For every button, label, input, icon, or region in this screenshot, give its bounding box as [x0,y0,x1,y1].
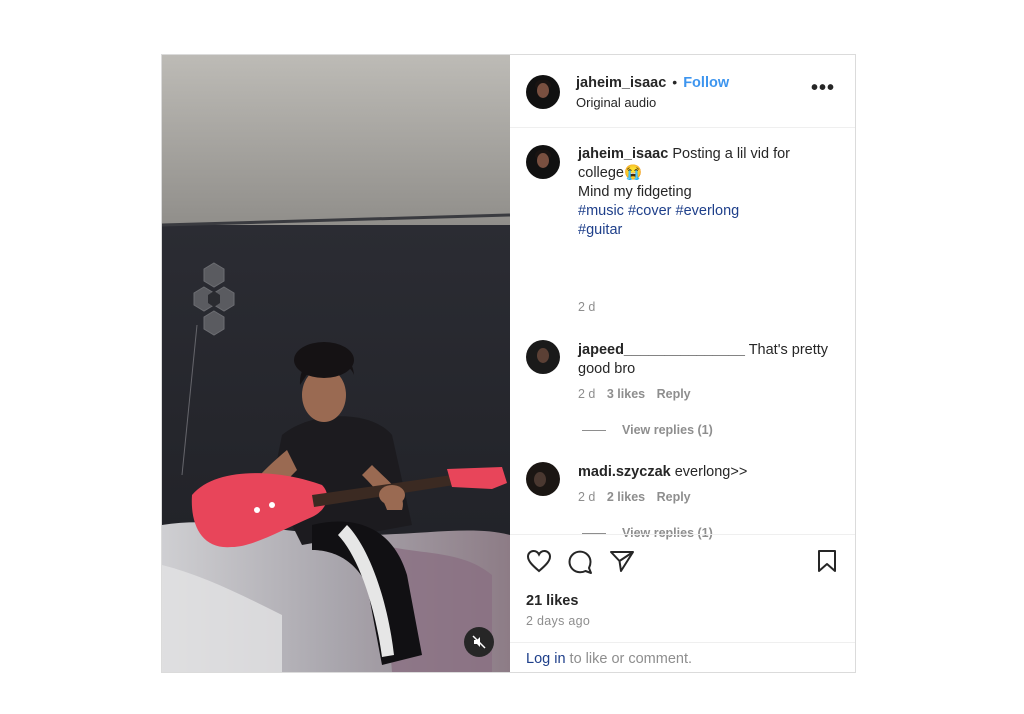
caption-text-3: Mind my fidgeting [578,184,692,200]
view-replies-label: View replies (1) [622,423,713,437]
save-button[interactable] [816,549,838,578]
divider-line [582,430,606,432]
comment-avatar[interactable] [526,462,560,496]
share-icon [610,551,634,572]
mute-icon [472,635,486,649]
comment-icon [568,550,592,574]
view-replies-button[interactable]: View replies (1) [582,423,713,437]
comment: japeed_______________ That's pretty good… [578,341,840,379]
video-player[interactable] [162,55,510,672]
likes-count[interactable]: 21 likes [526,593,578,609]
comment-username[interactable]: japeed_______________ [578,342,745,358]
reply-button[interactable]: Reply [657,490,691,504]
author-username[interactable]: jaheim_isaac [576,75,666,91]
video-frame [162,55,510,672]
hashtag-guitar[interactable]: #guitar [578,222,622,238]
caption-username[interactable]: jaheim_isaac [578,146,668,162]
post-header: jaheim_isaac • Follow Original audio ••• [510,55,855,128]
post-date: 2 days ago [526,614,591,628]
hashtag-everlong[interactable]: #everlong [676,203,740,219]
caption-text-2: college😭 [578,165,643,181]
audio-label[interactable]: Original audio [576,95,656,110]
heart-icon [526,549,552,573]
comment-button[interactable] [567,549,593,580]
hashtag-cover[interactable]: #cover [628,203,672,219]
author-avatar[interactable] [526,75,560,109]
comment-username[interactable]: madi.szyczak [578,464,671,480]
comment-meta: 2 d 2 likes Reply [578,490,691,504]
bookmark-icon [818,550,836,572]
comment-time: 2 d [578,387,596,401]
comment-text: everlong>> [674,464,748,480]
like-button[interactable] [526,549,552,578]
caption: jaheim_isaac Posting a lil vid for colle… [578,145,840,240]
comments-section: jaheim_isaac Posting a lil vid for colle… [510,128,855,540]
post-side-panel: jaheim_isaac • Follow Original audio ••• j… [510,55,855,672]
separator-dot: • [672,74,678,90]
post-card: jaheim_isaac • Follow Original audio ••• j… [161,54,856,673]
action-bar: 21 likes 2 days ago Log in to like or co… [510,534,855,673]
hashtag-music[interactable]: #music [578,203,624,219]
comment-avatar[interactable] [526,340,560,374]
comment: madi.szyczak everlong>> [578,463,840,482]
caption-text-1: Posting a lil vid for [672,146,790,162]
comment-time: 2 d [578,490,596,504]
mute-button[interactable] [464,627,494,657]
more-icon: ••• [810,77,835,99]
follow-button[interactable]: Follow [683,75,729,91]
reply-button[interactable]: Reply [657,387,691,401]
login-prompt-text: to like or comment. [565,651,693,667]
login-link[interactable]: Log in [526,651,566,667]
caption-avatar[interactable] [526,145,560,179]
more-options-button[interactable]: ••• [811,78,835,98]
comment-likes[interactable]: 3 likes [607,387,645,401]
share-button[interactable] [609,549,635,578]
comment-meta: 2 d 3 likes Reply [578,387,691,401]
login-prompt: Log in to like or comment. [510,642,855,673]
caption-time: 2 d [578,300,596,314]
comment-likes[interactable]: 2 likes [607,490,645,504]
